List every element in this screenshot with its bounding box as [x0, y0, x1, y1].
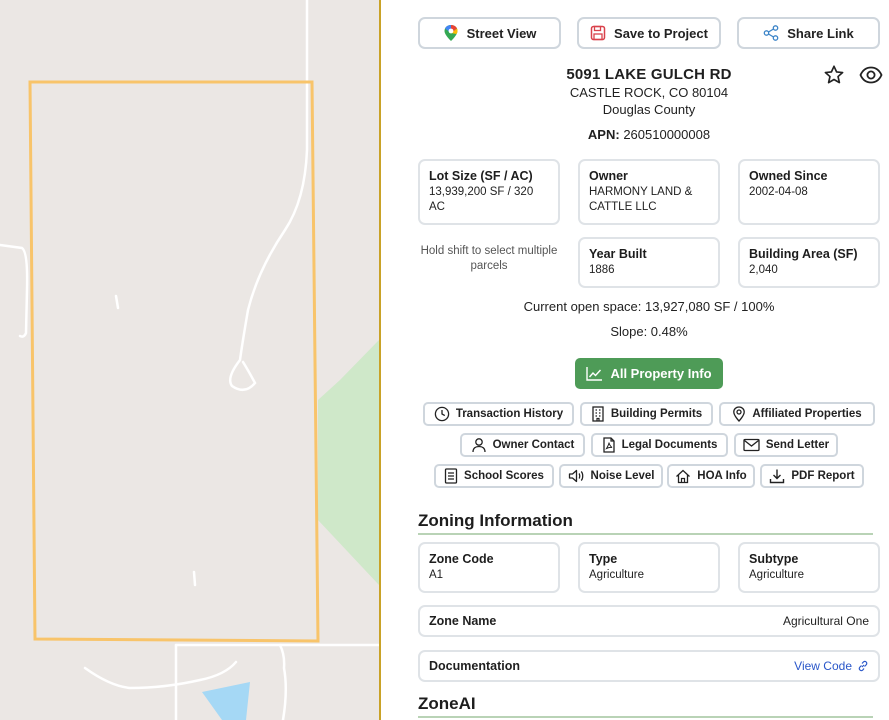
view-code-label: View Code — [794, 659, 852, 673]
eye-icon[interactable] — [859, 64, 883, 86]
building-area-value: 2,040 — [749, 264, 778, 276]
transaction-history-button[interactable]: Transaction History — [423, 402, 574, 426]
property-apn: APN: 260510000008 — [381, 127, 889, 142]
lot-size-card: Lot Size (SF / AC) 13,939,200 SF / 320 A… — [418, 159, 560, 225]
zone-code-value: A1 — [429, 569, 444, 581]
noise-level-label: Noise Level — [590, 470, 655, 482]
property-county: Douglas County — [602, 102, 696, 117]
building-permits-label: Building Permits — [610, 408, 703, 420]
zone-type-value: Agriculture — [589, 569, 644, 581]
road-lines — [0, 0, 379, 720]
map-view[interactable] — [0, 0, 379, 720]
floppy-disk-icon — [590, 25, 606, 41]
year-built-value: 1886 — [589, 264, 615, 276]
location-pin-icon — [733, 406, 746, 422]
download-icon — [770, 469, 785, 484]
building-area-card: Building Area (SF) 2,040 — [738, 237, 880, 288]
owner-contact-button[interactable]: Owner Contact — [460, 433, 585, 457]
trend-chart-icon — [586, 367, 603, 381]
owner-label: Owner — [589, 169, 628, 183]
pdf-report-button[interactable]: PDF Report — [760, 464, 864, 488]
building-area-label: Building Area (SF) — [749, 247, 858, 261]
zone-type-card: Type Agriculture — [578, 542, 720, 593]
owner-card: Owner HARMONY LAND & CATTLE LLC — [578, 159, 720, 225]
zone-name-row: Zone Name Agricultural One — [418, 605, 880, 637]
clock-icon — [434, 406, 450, 422]
zone-subtype-card: Subtype Agriculture — [738, 542, 880, 593]
speaker-icon — [568, 469, 583, 483]
street-view-button[interactable]: Street View — [418, 17, 561, 49]
apn-label: APN: — [587, 127, 620, 142]
zone-code-label: Zone Code — [429, 552, 494, 566]
zoning-divider — [418, 533, 873, 535]
zoning-title: Zoning Information — [418, 511, 573, 530]
map-pin-icon — [444, 25, 458, 41]
zone-name-label: Zone Name — [429, 614, 497, 628]
pdf-report-label: PDF Report — [791, 470, 855, 482]
noise-level-button[interactable]: Noise Level — [559, 464, 663, 488]
all-property-info-label: All Property Info — [610, 366, 712, 381]
documentation-label: Documentation — [429, 659, 520, 673]
affiliated-properties-button[interactable]: Affiliated Properties — [719, 402, 875, 426]
apn-value: 260510000008 — [623, 127, 711, 142]
zone-type-label: Type — [589, 552, 618, 566]
year-built-card: Year Built 1886 — [578, 237, 720, 288]
send-letter-label: Send Letter — [765, 439, 830, 451]
envelope-icon — [743, 438, 760, 452]
owner-contact-label: Owner Contact — [492, 439, 575, 451]
zoning-section-heading: Zoning Information — [418, 511, 873, 535]
zone-subtype-value: Agriculture — [749, 569, 804, 581]
street-view-label: Street View — [466, 25, 537, 41]
water-body — [202, 682, 250, 720]
year-built-label: Year Built — [589, 247, 647, 261]
park-area — [318, 340, 379, 585]
hoa-info-label: HOA Info — [697, 470, 747, 482]
star-icon[interactable] — [823, 64, 845, 86]
transaction-history-label: Transaction History — [455, 408, 564, 420]
lot-size-value: 13,939,200 SF / 320 AC — [429, 186, 534, 213]
owner-value: HARMONY LAND & CATTLE LLC — [589, 186, 693, 213]
open-space-text: Current open space: 13,927,080 SF / 100% — [523, 299, 775, 314]
property-panel: Street View Save to Project Share Link 5… — [381, 0, 889, 720]
zoneai-divider — [418, 716, 873, 718]
selected-parcel-outline[interactable] — [28, 80, 320, 643]
slope-text: Slope: 0.48% — [610, 324, 688, 339]
school-scores-button[interactable]: School Scores — [434, 464, 554, 488]
link-icon — [858, 660, 868, 672]
hoa-info-button[interactable]: HOA Info — [667, 464, 755, 488]
property-address: 5091 LAKE GULCH RD — [566, 66, 732, 83]
view-code-link[interactable]: View Code — [794, 659, 869, 673]
lot-size-label: Lot Size (SF / AC) — [429, 169, 533, 183]
legal-documents-label: Legal Documents — [621, 439, 718, 451]
owned-since-value: 2002-04-08 — [749, 186, 808, 198]
affiliated-properties-label: Affiliated Properties — [752, 408, 862, 420]
share-icon — [763, 25, 779, 41]
person-icon — [471, 438, 486, 453]
save-to-project-button[interactable]: Save to Project — [577, 17, 721, 49]
property-city-state-zip: CASTLE ROCK, CO 80104 — [569, 85, 729, 100]
send-letter-button[interactable]: Send Letter — [734, 433, 838, 457]
building-icon — [592, 406, 604, 422]
save-to-project-label: Save to Project — [614, 25, 708, 41]
zone-name-value: Agricultural One — [782, 614, 869, 628]
zone-subtype-label: Subtype — [749, 552, 799, 566]
zoneai-title: ZoneAI — [418, 694, 476, 713]
map-canvas[interactable] — [0, 0, 379, 720]
owned-since-label: Owned Since — [749, 169, 828, 183]
house-icon — [676, 469, 691, 483]
multi-select-hint: Hold shift to select multiple parcels — [420, 245, 558, 272]
owned-since-card: Owned Since 2002-04-08 — [738, 159, 880, 225]
notebook-icon — [444, 468, 458, 484]
all-property-info-button[interactable]: All Property Info — [575, 358, 723, 389]
school-scores-label: School Scores — [464, 470, 544, 482]
zone-code-card: Zone Code A1 — [418, 542, 560, 593]
legal-documents-button[interactable]: Legal Documents — [591, 433, 728, 457]
documentation-row: Documentation View Code — [418, 650, 880, 682]
building-permits-button[interactable]: Building Permits — [580, 402, 713, 426]
share-link-label: Share Link — [787, 25, 854, 41]
share-link-button[interactable]: Share Link — [737, 17, 880, 49]
zoneai-section-heading: ZoneAI — [418, 694, 873, 718]
pdf-document-icon — [602, 437, 615, 453]
